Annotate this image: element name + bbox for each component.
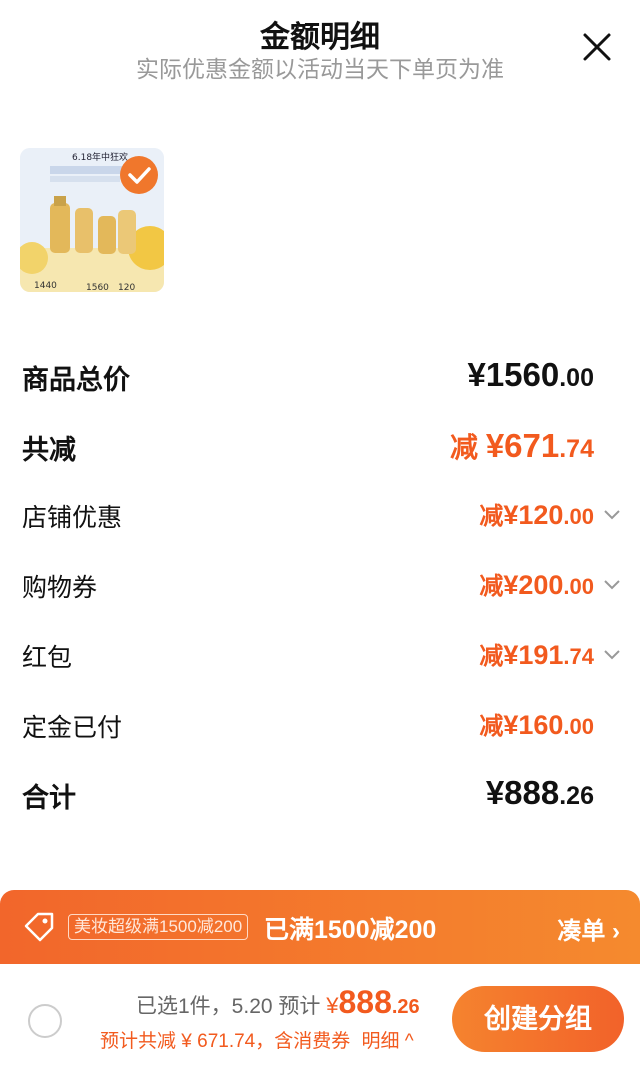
row-value: 减 ¥671.74 <box>450 427 594 464</box>
row-label: 商品总价 <box>22 365 130 395</box>
total-int: 888 <box>338 984 392 1020</box>
row-label: 合计 <box>22 783 76 813</box>
row-total-price: 商品总价 ¥1560.00 <box>0 350 640 400</box>
select-all-radio[interactable] <box>28 1004 62 1038</box>
row-total-discount: 共减 减 ¥671.74 <box>0 420 640 470</box>
currency-symbol: ¥ <box>326 993 339 1018</box>
product-image-price-3: 120 <box>118 283 135 292</box>
discount-summary: 预计共减 ¥ 671.74，含消费券 明细 ^ <box>100 1026 414 1053</box>
chevron-down-icon[interactable] <box>602 504 622 524</box>
row-value: 减¥191.74 <box>479 640 594 670</box>
row-grand-total: 合计 ¥888.26 <box>0 768 640 818</box>
row-value: 减¥160.00 <box>479 710 594 740</box>
promo-bar[interactable]: 美妆超级满1500减200 已满1500减200 凑单 › <box>0 890 640 964</box>
row-label: 购物券 <box>22 574 98 602</box>
create-group-button[interactable]: 创建分组 <box>452 986 624 1052</box>
bottom-bar: 已选1件，5.20 预计 ¥888.26 预计共减 ¥ 671.74，含消费券 … <box>0 964 640 1073</box>
row-label: 共减 <box>22 435 76 465</box>
bottom-summary: 已选1件，5.20 预计 ¥888.26 <box>136 984 420 1021</box>
row-label: 红包 <box>22 644 73 672</box>
coupon-tag-icon <box>24 912 54 942</box>
row-red-packet[interactable]: 红包 减¥191.74 <box>0 630 640 680</box>
row-value: 减¥200.00 <box>479 570 594 600</box>
header: 金额明细 实际优惠金额以活动当天下单页为准 <box>0 0 640 100</box>
detail-link[interactable]: 明细 ^ <box>362 1031 414 1052</box>
row-label: 定金已付 <box>22 714 123 742</box>
add-on-button[interactable]: 凑单 › <box>557 911 620 946</box>
discount-summary-text: 预计共减 ¥ 671.74，含消费券 <box>100 1031 351 1052</box>
row-deposit-paid: 定金已付 减¥160.00 <box>0 700 640 750</box>
chevron-down-icon[interactable] <box>602 644 622 664</box>
chevron-down-icon[interactable] <box>602 574 622 594</box>
product-thumbnail[interactable]: 6.18年中狂欢 1440 1560 120 <box>20 148 164 292</box>
selected-check-icon <box>120 156 158 194</box>
row-shopping-coupon[interactable]: 购物券 减¥200.00 <box>0 560 640 610</box>
product-image-price-2: 1560 <box>86 283 109 292</box>
total-dec: .26 <box>391 996 420 1018</box>
promo-reached-text: 已满1500减200 <box>264 916 437 944</box>
selected-count-text: 已选1件，5.20 预计 <box>136 995 321 1018</box>
page-subtitle: 实际优惠金额以活动当天下单页为准 <box>136 56 504 82</box>
product-image-price-1: 1440 <box>34 281 57 291</box>
row-label: 店铺优惠 <box>22 504 123 532</box>
row-value: ¥1560.00 <box>467 356 594 393</box>
row-value: ¥888.26 <box>485 774 594 811</box>
row-store-discount[interactable]: 店铺优惠 减¥120.00 <box>0 490 640 540</box>
close-icon[interactable] <box>580 30 614 64</box>
promo-badge: 美妆超级满1500减200 <box>68 914 249 940</box>
row-value: 减¥120.00 <box>479 500 594 530</box>
